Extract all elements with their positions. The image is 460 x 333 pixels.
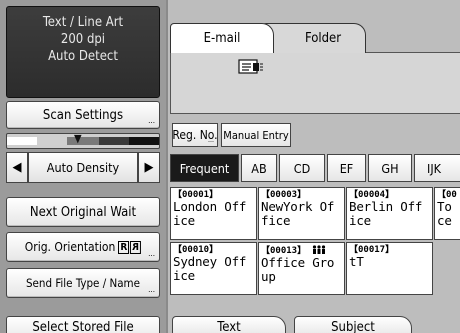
select-stored-file-label: Select Stored File [32, 320, 134, 333]
destination-entry[interactable]: 【00017】 tT [346, 242, 433, 295]
send-file-type-label: Send File Type / Name [25, 276, 141, 290]
more-indicator: ... [148, 116, 155, 125]
orig-orientation-label: Orig. Orientation [24, 240, 116, 254]
density-seg [7, 137, 37, 145]
scan-type-text: Text / Line Art [42, 15, 124, 30]
tab-ef[interactable]: EF [327, 154, 366, 182]
tab-subject-label: Subject [331, 320, 375, 333]
tab-email-label: E-mail [203, 31, 241, 46]
left-panel: Text / Line Art 200 dpi Auto Detect Scan… [0, 0, 166, 333]
scan-settings-label: Scan Settings [42, 107, 124, 123]
entry-name-line1: tT [349, 254, 364, 269]
orientation-r-icon: R [118, 240, 130, 254]
entry-name-line1: NewYork Of [261, 199, 335, 214]
tab-ab[interactable]: AB [241, 154, 277, 182]
entry-name-line2: fice [261, 213, 291, 228]
orig-orientation-button[interactable]: Orig. Orientation R R ... [6, 232, 160, 262]
destination-list: 【00001】 London Off ice 【00003】 NewYork O… [170, 187, 460, 297]
entry-name-line2: up [261, 269, 276, 284]
tab-ijk-label: IJK [427, 160, 442, 176]
tab-cd[interactable]: CD [279, 154, 325, 182]
density-marker-icon: ▼ [74, 133, 82, 145]
tab-folder-label: Folder [304, 31, 342, 46]
density-seg [37, 137, 67, 145]
tab-ab-label: AB [251, 160, 267, 176]
tab-ef-label: EF [339, 160, 354, 176]
destination-entry[interactable]: 【00013】 Office Gro up [258, 242, 345, 295]
scan-settings-button[interactable]: Scan Settings ... [6, 101, 160, 129]
entry-name-line1: London Off [173, 199, 247, 214]
destination-entry[interactable]: 【00010】 Sydney Off ice [170, 242, 257, 295]
entry-name-line1: Berlin Off [349, 199, 423, 214]
reg-no-button[interactable]: Reg. No. ... [172, 123, 218, 147]
tab-frequent-label: Frequent [179, 160, 230, 176]
density-seg [99, 137, 129, 145]
entry-name-line2: ice [173, 268, 195, 283]
density-seg [67, 137, 99, 145]
manual-entry-button[interactable]: Manual Entry [221, 123, 291, 147]
tab-text[interactable]: Text [172, 316, 286, 333]
next-original-wait-button[interactable]: Next Original Wait [6, 197, 160, 227]
entry-name-line1: To [437, 199, 452, 214]
destination-field[interactable] [170, 52, 460, 114]
entry-name-line1: Sydney Off [173, 254, 247, 269]
density-indicator: ▼ [6, 133, 160, 149]
resolution-text: 200 dpi [60, 32, 106, 47]
bottom-tabs: Text Subject [170, 316, 460, 333]
select-stored-file-button[interactable]: Select Stored File [6, 316, 160, 333]
density-control: ◀ Auto Density ▶ [6, 152, 160, 183]
tab-email[interactable]: E-mail [170, 23, 274, 53]
entry-name-line2: ice [173, 213, 195, 228]
send-file-type-button[interactable]: Send File Type / Name ... [6, 268, 160, 298]
destination-entry[interactable]: 【00003】 NewYork Of fice [258, 187, 345, 240]
entry-name-line2: ice [349, 213, 371, 228]
more-indicator: ... [208, 136, 214, 144]
density-seg [129, 137, 159, 145]
more-indicator: ... [148, 249, 155, 258]
scan-status-display: Text / Line Art 200 dpi Auto Detect [6, 6, 160, 98]
destination-entry[interactable]: 【00004】 Berlin Off ice [346, 187, 433, 240]
tab-ijk[interactable]: IJK [414, 154, 460, 182]
tab-cd-label: CD [293, 160, 311, 176]
triangle-right-icon: ▶ [144, 160, 154, 175]
triangle-left-icon: ◀ [12, 160, 22, 175]
tab-subject[interactable]: Subject [294, 316, 412, 333]
address-book-icon [238, 59, 263, 74]
density-darker-button[interactable]: ▶ [138, 152, 160, 183]
orientation-r-reversed-icon: R [130, 240, 142, 254]
manual-entry-label: Manual Entry [223, 128, 289, 142]
auto-density-label: Auto Density [46, 160, 120, 175]
tab-frequent[interactable]: Frequent [170, 154, 239, 182]
next-original-wait-label: Next Original Wait [29, 204, 137, 220]
group-icon [312, 245, 325, 254]
tab-gh[interactable]: GH [368, 154, 412, 182]
destination-entry[interactable]: 【00 To ce [434, 187, 460, 240]
destination-panel: Folder E-mail Reg. No. ... Manual Entry … [168, 0, 460, 333]
entry-name-line2: ce [437, 213, 452, 228]
tab-text-label: Text [217, 320, 241, 333]
auto-density-button[interactable]: Auto Density [28, 152, 138, 183]
more-indicator: ... [148, 285, 155, 294]
tab-folder[interactable]: Folder [262, 23, 366, 53]
entry-name-line1: Office Gro [261, 255, 335, 270]
tab-gh-label: GH [381, 160, 399, 176]
title-tabs: Frequent AB CD EF GH IJK [170, 154, 460, 182]
original-size-text: Auto Detect [48, 49, 118, 64]
density-lighter-button[interactable]: ◀ [6, 152, 28, 183]
destination-entry[interactable]: 【00001】 London Off ice [170, 187, 257, 240]
